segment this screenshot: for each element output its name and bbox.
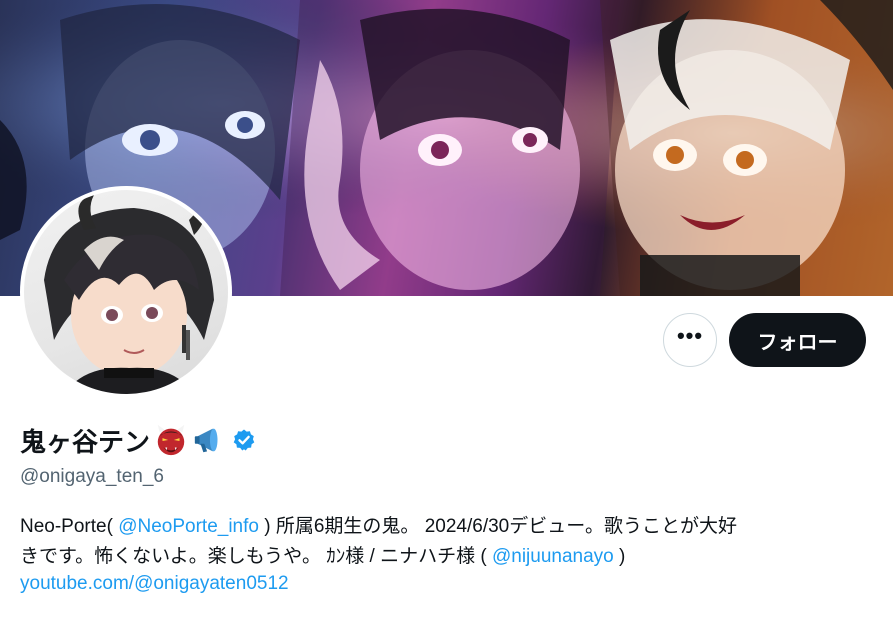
mention-link[interactable]: @nijuunanayo [492,546,614,567]
profile-bio: Neo-Porte( @NeoPorte_info ) 所属6期生の鬼。 202… [20,512,880,572]
verified-badge-icon[interactable] [232,428,256,452]
website-link[interactable]: youtube.com/@onigayaten0512 [20,573,289,595]
name-row: 鬼ヶ谷テン [20,422,256,458]
display-name: 鬼ヶ谷テン [20,426,151,457]
mention-link[interactable]: @NeoPorte_info [118,516,259,537]
more-options-button[interactable]: ••• [663,313,717,367]
user-handle: @onigaya_ten_6 [20,466,164,487]
bio-text: ) 所属6期生の鬼。 2024/6/30デビュー。歌うことが大好 [264,516,738,537]
profile-avatar[interactable] [20,186,232,398]
more-icon: ••• [676,323,704,348]
avatar-image [24,190,228,394]
ogre-icon [157,424,185,456]
megaphone-icon [194,428,218,453]
bio-text: ) [619,546,626,567]
bio-text: きです。怖くないよ。楽しもうや。 ｶﾝ様 / ニナハチ様 ( [20,546,487,567]
bio-text: Neo-Porte( [20,516,113,537]
follow-button[interactable]: フォロー [729,313,866,367]
